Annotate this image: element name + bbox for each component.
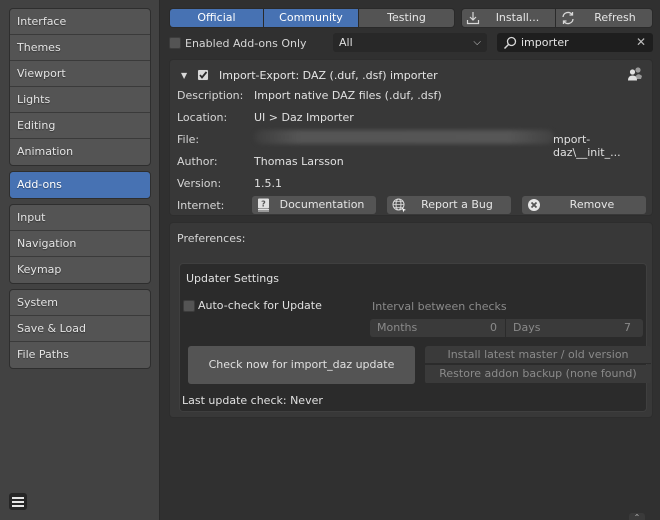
- sidebar: Interface Themes Viewport Lights Editing…: [0, 0, 160, 520]
- report-bug-label: Report a Bug: [421, 198, 493, 211]
- refresh-label: Refresh: [594, 11, 636, 24]
- refresh-icon: [562, 11, 574, 25]
- sidebar-item-input[interactable]: Input: [10, 205, 150, 231]
- description-label: Description:: [177, 89, 244, 102]
- tab-community[interactable]: Community: [264, 9, 359, 27]
- search-input[interactable]: importer ✕: [497, 33, 653, 52]
- clear-search-icon[interactable]: ✕: [636, 33, 646, 52]
- author-label: Author:: [177, 155, 218, 168]
- updater-settings-panel: Updater Settings Auto-check for Update I…: [179, 263, 651, 412]
- sidebar-item-system[interactable]: System: [10, 290, 150, 316]
- nav-group-input: Input Navigation Keymap: [9, 204, 151, 284]
- addon-enabled-checkbox[interactable]: [197, 69, 209, 81]
- file-label: File:: [177, 133, 200, 146]
- nav-group-system: System Save & Load File Paths: [9, 289, 151, 369]
- addon-header: ▼ Import-Export: DAZ (.duf, .dsf) import…: [181, 67, 438, 83]
- restore-backup-button[interactable]: Restore addon backup (none found): [425, 365, 651, 383]
- chevron-down-icon: ⌵: [473, 37, 481, 48]
- install-button[interactable]: Install...: [462, 9, 556, 27]
- days-field[interactable]: Days 7: [506, 319, 643, 337]
- enabled-only-label: Enabled Add-ons Only: [185, 36, 307, 50]
- sidebar-item-save-load[interactable]: Save & Load: [10, 316, 150, 342]
- help-book-icon: ?: [258, 198, 269, 212]
- hamburger-icon[interactable]: [9, 493, 27, 510]
- sidebar-item-navigation[interactable]: Navigation: [10, 231, 150, 257]
- author-value: Thomas Larsson: [254, 155, 344, 168]
- addon-panel: ▼ Import-Export: DAZ (.duf, .dsf) import…: [169, 59, 653, 216]
- install-refresh-group: Install... Refresh: [461, 8, 653, 28]
- version-label: Version:: [177, 177, 222, 190]
- enabled-only-checkbox[interactable]: [169, 37, 181, 49]
- install-label: Install...: [495, 11, 540, 24]
- category-dropdown[interactable]: All ⌵: [333, 33, 487, 52]
- tab-official[interactable]: Official: [170, 9, 264, 27]
- auto-check-checkbox[interactable]: [183, 299, 195, 312]
- sidebar-item-addons[interactable]: Add-ons: [10, 172, 150, 198]
- sidebar-item-editing[interactable]: Editing: [10, 113, 150, 139]
- internet-label: Internet:: [177, 199, 225, 212]
- sidebar-item-file-paths[interactable]: File Paths: [10, 342, 150, 368]
- install-restore-group: Install latest master / old version Rest…: [425, 346, 651, 384]
- expand-triangle-icon[interactable]: ▼: [181, 71, 189, 80]
- version-value: 1.5.1: [254, 177, 282, 190]
- category-value: All: [339, 36, 353, 49]
- enabled-only-toggle[interactable]: Enabled Add-ons Only: [169, 36, 307, 50]
- remove-x-icon: [528, 199, 540, 211]
- check-now-button[interactable]: Check now for import_daz update: [188, 346, 415, 384]
- report-bug-button[interactable]: Report a Bug: [387, 196, 511, 214]
- months-value: 0: [490, 321, 497, 334]
- nav-group-addons: Add-ons: [9, 171, 151, 199]
- addon-source-tabs: Official Community Testing: [169, 8, 455, 28]
- days-value: 7: [624, 321, 631, 334]
- svg-text:?: ?: [261, 200, 266, 209]
- tab-testing[interactable]: Testing: [359, 9, 454, 27]
- auto-check-label: Auto-check for Update: [198, 299, 322, 312]
- sidebar-item-themes[interactable]: Themes: [10, 35, 150, 61]
- preferences-label: Preferences:: [177, 232, 246, 245]
- interval-fields: Months 0 Days 7: [370, 319, 643, 337]
- preferences-panel: Preferences: Updater Settings Auto-check…: [169, 222, 653, 418]
- checkmark-icon: [199, 71, 208, 79]
- sidebar-item-lights[interactable]: Lights: [10, 87, 150, 113]
- months-label: Months: [377, 321, 418, 334]
- days-label: Days: [513, 321, 541, 334]
- remove-button[interactable]: Remove: [522, 196, 646, 214]
- file-path-redacted: [254, 130, 554, 144]
- auto-check-toggle[interactable]: Auto-check for Update: [183, 299, 322, 312]
- sidebar-item-viewport[interactable]: Viewport: [10, 61, 150, 87]
- install-latest-button[interactable]: Install latest master / old version: [425, 346, 651, 364]
- file-value: mport-daz\__init_...: [553, 133, 621, 159]
- documentation-label: Documentation: [279, 198, 365, 211]
- search-value: importer: [521, 36, 569, 49]
- download-icon: [466, 12, 480, 25]
- last-update-check: Last update check: Never: [182, 394, 323, 407]
- nav-group-general: Interface Themes Viewport Lights Editing…: [9, 8, 151, 166]
- documentation-button[interactable]: ? Documentation: [252, 196, 376, 214]
- interval-label: Interval between checks: [372, 300, 507, 313]
- community-users-icon: [628, 67, 642, 81]
- months-field[interactable]: Months 0: [370, 319, 506, 337]
- addon-title: Import-Export: DAZ (.duf, .dsf) importer: [219, 68, 438, 82]
- location-value: UI > Daz Importer: [254, 111, 354, 124]
- location-label: Location:: [177, 111, 228, 124]
- sidebar-item-animation[interactable]: Animation: [10, 139, 150, 165]
- search-icon: [503, 36, 517, 50]
- updater-title: Updater Settings: [186, 272, 279, 285]
- refresh-button[interactable]: Refresh: [556, 9, 652, 27]
- description-value: Import native DAZ files (.duf, .dsf): [254, 89, 442, 102]
- globe-icon: [392, 198, 406, 213]
- remove-label: Remove: [569, 198, 615, 211]
- sidebar-item-interface[interactable]: Interface: [10, 9, 150, 35]
- scroll-up-icon[interactable]: ⌃: [629, 513, 645, 520]
- sidebar-item-keymap[interactable]: Keymap: [10, 257, 150, 283]
